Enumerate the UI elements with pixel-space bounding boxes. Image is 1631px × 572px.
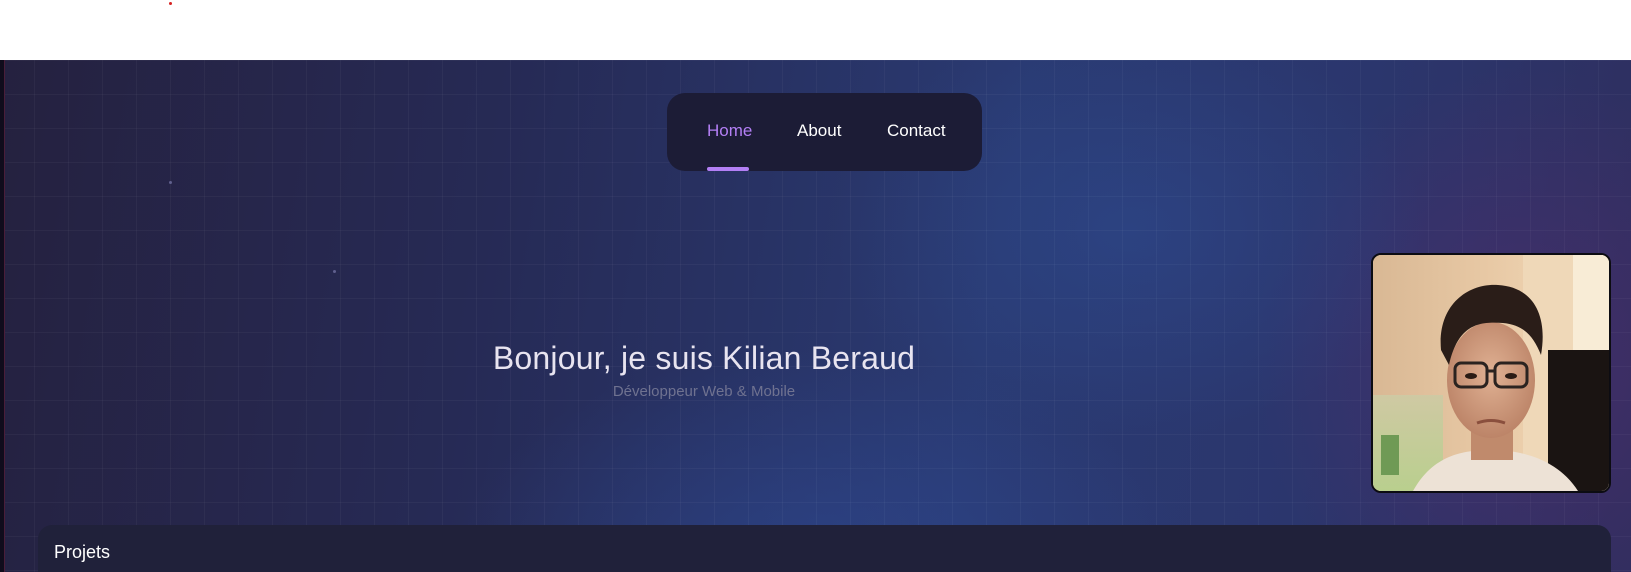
projects-title: Projets bbox=[54, 542, 111, 562]
profile-photo-illustration bbox=[1373, 255, 1609, 491]
main-nav: Home About Contact bbox=[667, 93, 982, 171]
hero-intro: Bonjour, je suis Kilian Beraud Développe… bbox=[404, 340, 1004, 400]
profile-photo bbox=[1371, 253, 1611, 493]
nav-home-link[interactable]: Home bbox=[707, 121, 752, 141]
particle-dot bbox=[333, 270, 336, 273]
nav-about-link[interactable]: About bbox=[797, 121, 841, 141]
hero-subtitle: Développeur Web & Mobile bbox=[612, 383, 796, 400]
nav-contact-link[interactable]: Contact bbox=[887, 121, 946, 141]
hero-section: Home About Contact Bonjour, je suis Kili… bbox=[0, 60, 1631, 572]
hero-title: Bonjour, je suis Kilian Beraud bbox=[492, 340, 916, 376]
projects-panel: Projets bbox=[38, 525, 1611, 572]
top-white-strip bbox=[0, 0, 1631, 60]
left-edge-border bbox=[0, 60, 5, 572]
nav-active-indicator bbox=[707, 167, 749, 171]
red-dot-marker bbox=[169, 2, 172, 5]
particle-dot bbox=[169, 181, 172, 184]
